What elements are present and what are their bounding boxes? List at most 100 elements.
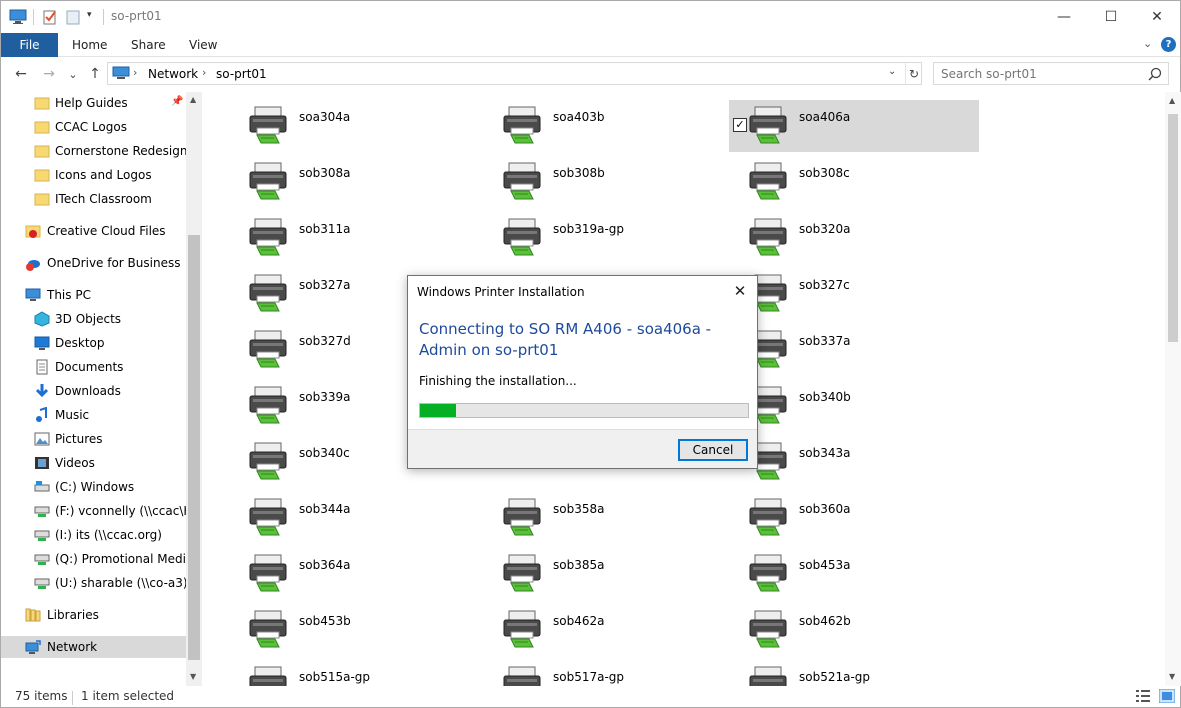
sidebar-item-label: ITech Classroom xyxy=(55,192,152,206)
sidebar-item[interactable]: ITech Classroom xyxy=(1,188,186,210)
printer-item[interactable]: sob308a xyxy=(229,156,479,208)
tab-home[interactable]: Home xyxy=(72,33,107,57)
printer-item[interactable]: soa403b xyxy=(483,100,733,152)
forward-button[interactable]: → xyxy=(39,64,59,84)
properties-icon[interactable] xyxy=(42,9,58,25)
printer-item[interactable]: sob320a xyxy=(729,212,979,264)
printer-item[interactable]: sob462a xyxy=(483,604,733,656)
scroll-up-icon[interactable]: ▲ xyxy=(190,95,196,104)
sidebar-item[interactable]: 3D Objects xyxy=(1,308,186,330)
printer-item[interactable]: sob343a xyxy=(729,436,979,488)
progress-fill xyxy=(420,404,457,417)
printer-item[interactable]: sob319a-gp xyxy=(483,212,733,264)
sidebar-item[interactable]: Music xyxy=(1,404,186,426)
printer-icon xyxy=(749,666,787,686)
close-button[interactable]: ✕ xyxy=(1134,1,1180,33)
printer-item[interactable]: sob344a xyxy=(229,492,479,544)
sidebar-item[interactable]: OneDrive for Business xyxy=(1,252,186,274)
network-icon xyxy=(25,640,41,654)
printer-item[interactable]: sob385a xyxy=(483,548,733,600)
dialog-close-button[interactable]: ✕ xyxy=(728,280,752,302)
up-button[interactable]: ↑ xyxy=(85,64,105,84)
sidebar-item[interactable]: Videos xyxy=(1,452,186,474)
large-icons-view-icon[interactable] xyxy=(1159,689,1175,703)
sidebar-item[interactable]: Desktop xyxy=(1,332,186,354)
scroll-up-icon[interactable]: ▲ xyxy=(1169,96,1175,105)
printer-icon xyxy=(503,610,541,648)
pin-icon[interactable]: 📌 xyxy=(171,96,183,107)
refresh-button[interactable]: ↻ xyxy=(905,63,922,84)
search-box[interactable] xyxy=(933,62,1169,85)
network-drive-icon xyxy=(34,530,50,541)
printer-item[interactable]: sob311a xyxy=(229,212,479,264)
sidebar-item[interactable]: (Q:) Promotional Media xyxy=(1,548,193,570)
sidebar-item[interactable]: Downloads xyxy=(1,380,186,402)
address-bar[interactable]: › Network › so-prt01 ⌄ ↻ xyxy=(107,62,922,85)
sidebar-item[interactable]: Creative Cloud Files xyxy=(1,220,186,242)
printer-item[interactable]: sob358a xyxy=(483,492,733,544)
content-scrollbar-thumb[interactable] xyxy=(1168,114,1178,342)
printer-item[interactable]: sob308b xyxy=(483,156,733,208)
new-folder-icon[interactable] xyxy=(65,9,81,25)
sidebar-item-label: This PC xyxy=(47,288,91,302)
customize-toolbar-icon[interactable]: ▾ xyxy=(87,10,92,20)
sidebar-item[interactable]: Pictures xyxy=(1,428,186,450)
printer-item[interactable]: sob521a-gp xyxy=(729,660,979,686)
printer-icon xyxy=(249,386,287,424)
navigation-scrollbar[interactable]: ▲ ▼ xyxy=(186,92,202,686)
sidebar-item[interactable]: Libraries xyxy=(1,604,186,626)
recent-locations-button[interactable]: ⌄ xyxy=(63,64,83,84)
scroll-down-icon[interactable]: ▼ xyxy=(1169,672,1175,681)
sidebar-item[interactable]: Cornerstone Redesign xyxy=(1,140,187,162)
printer-item[interactable]: sob515a-gp xyxy=(229,660,479,686)
printer-item[interactable]: soa304a xyxy=(229,100,479,152)
selection-checkbox[interactable]: ✓ xyxy=(733,118,747,132)
printer-item[interactable]: sob453b xyxy=(229,604,479,656)
sidebar-item-label: 3D Objects xyxy=(55,312,122,326)
sidebar-item[interactable]: CCAC Logos xyxy=(1,116,186,138)
printer-item[interactable]: sob364a xyxy=(229,548,479,600)
sidebar-item[interactable]: This PC xyxy=(1,284,186,306)
content-scrollbar[interactable]: ▲ ▼ xyxy=(1165,92,1181,686)
search-input[interactable] xyxy=(934,63,1139,84)
printer-item[interactable]: sob308c xyxy=(729,156,979,208)
tab-file[interactable]: File xyxy=(1,33,58,57)
navigation-scrollbar-thumb[interactable] xyxy=(188,235,200,660)
sidebar-item[interactable]: Help Guides 📌 xyxy=(1,92,186,114)
tab-share[interactable]: Share xyxy=(131,33,166,57)
sidebar-item[interactable]: Documents xyxy=(1,356,186,378)
printer-item[interactable]: sob340b xyxy=(729,380,979,432)
back-button[interactable]: ← xyxy=(11,64,31,84)
sidebar-item[interactable]: Icons and Logos xyxy=(1,164,186,186)
navigation-pane[interactable]: Help Guides 📌 CCAC Logos Cornerstone Redesi… xyxy=(1,92,202,686)
sidebar-item[interactable]: (F:) vconnelly (\\ccac\Ho xyxy=(1,500,200,522)
download-icon xyxy=(35,384,49,398)
sidebar-item[interactable]: (C:) Windows xyxy=(1,476,186,498)
printer-item[interactable]: sob462b xyxy=(729,604,979,656)
sidebar-item[interactable]: (U:) sharable (\\co-a3) xyxy=(1,572,188,594)
address-dropdown-icon[interactable]: ⌄ xyxy=(888,66,896,77)
tab-view[interactable]: View xyxy=(189,33,217,57)
printer-name: sob453a xyxy=(799,558,851,572)
minimize-button[interactable]: — xyxy=(1041,1,1087,33)
this-pc-icon[interactable] xyxy=(9,9,27,25)
printer-item[interactable]: sob453a xyxy=(729,548,979,600)
printer-item[interactable]: sob517a-gp xyxy=(483,660,733,686)
printer-name: sob462a xyxy=(553,614,605,628)
breadcrumb-so-prt01[interactable]: so-prt01 xyxy=(216,67,267,81)
printer-item[interactable]: sob337a xyxy=(729,324,979,376)
search-icon[interactable] xyxy=(1148,67,1162,81)
sidebar-item[interactable]: Network xyxy=(1,636,186,658)
printer-item[interactable]: sob327c xyxy=(729,268,979,320)
breadcrumb-network[interactable]: Network xyxy=(148,67,198,81)
cancel-button[interactable]: Cancel xyxy=(678,439,748,461)
printer-icon xyxy=(249,274,287,312)
details-view-icon[interactable] xyxy=(1135,689,1151,703)
scroll-down-icon[interactable]: ▼ xyxy=(190,672,196,681)
expand-ribbon-icon[interactable]: ⌄ xyxy=(1143,37,1152,50)
printer-item[interactable]: sob360a xyxy=(729,492,979,544)
printer-item[interactable]: ✓ soa406a xyxy=(729,100,979,152)
help-icon[interactable]: ? xyxy=(1161,37,1176,52)
sidebar-item[interactable]: (I:) its (\\ccac.org) xyxy=(1,524,186,546)
maximize-button[interactable]: ☐ xyxy=(1088,1,1134,33)
